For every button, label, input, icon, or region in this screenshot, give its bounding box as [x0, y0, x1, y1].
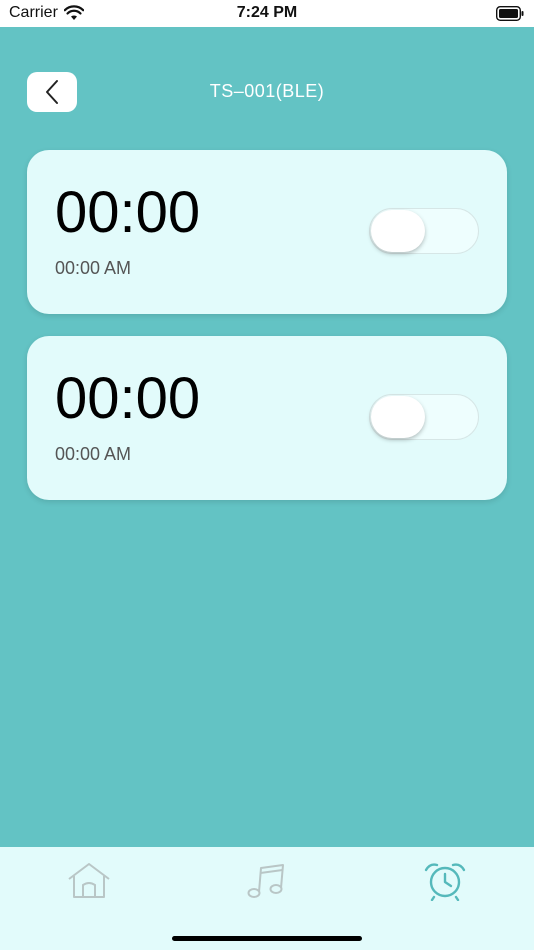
tab-home[interactable]: [59, 859, 119, 903]
alarm-card[interactable]: 00:00 00:00 AM: [27, 150, 507, 314]
alarm-card[interactable]: 00:00 00:00 AM: [27, 336, 507, 500]
home-indicator: [172, 936, 362, 941]
alarm-subtitle: 00:00 AM: [55, 444, 132, 464]
status-time: 7:24 PM: [236, 4, 298, 21]
alarm-subtitle: 00:00 AM: [55, 258, 132, 278]
alarm-time: 00:00: [55, 180, 201, 245]
alarm-toggle[interactable]: [369, 208, 479, 254]
tab-bar: [0, 847, 534, 950]
tab-alarm[interactable]: [415, 859, 475, 903]
page-title: TS–001(BLE): [209, 81, 325, 101]
toggle-knob: [371, 210, 425, 252]
status-bar: Carrier 7:24 PM: [0, 0, 534, 27]
toggle-knob: [371, 396, 425, 438]
tab-music[interactable]: [237, 859, 297, 903]
music-note-icon: [247, 864, 284, 898]
alarm-toggle[interactable]: [369, 394, 479, 440]
alarm-time: 00:00: [55, 366, 201, 431]
home-icon: [68, 863, 110, 898]
alarm-clock-icon: [424, 863, 466, 901]
navigation-bar: TS–001(BLE): [0, 27, 534, 147]
battery-icon: [496, 6, 524, 21]
